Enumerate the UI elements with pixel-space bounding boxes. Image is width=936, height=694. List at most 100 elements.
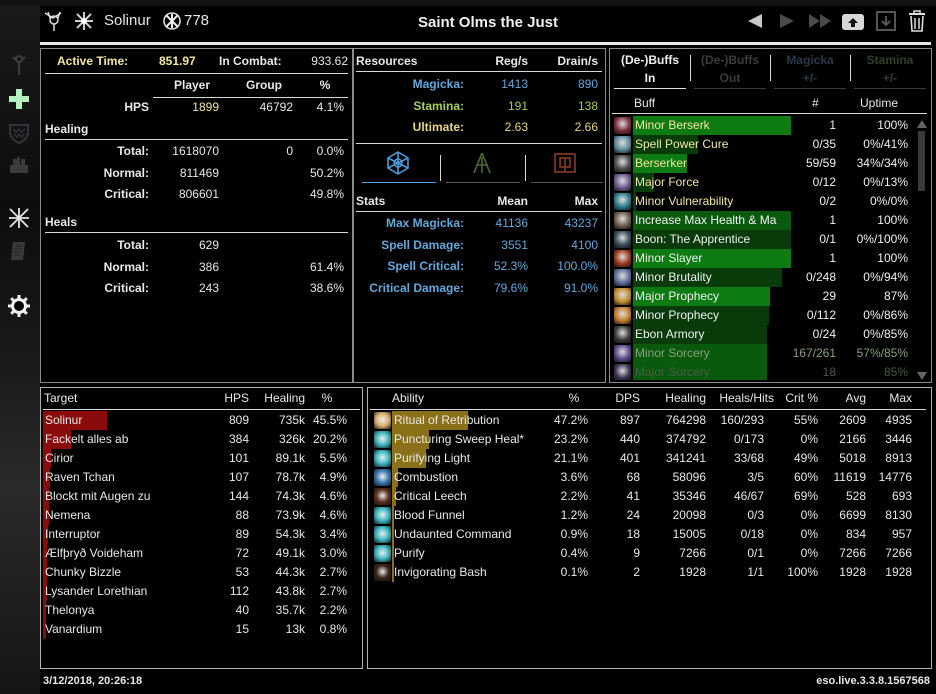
divider: [356, 211, 602, 212]
max-value: 100.0%: [557, 259, 598, 273]
buff-uptime: 100%: [877, 251, 908, 265]
ability-pct: 2.2%: [560, 489, 588, 503]
buff-row[interactable]: Ebon Armory 0/24 0%/85%: [610, 325, 915, 344]
sidebar-item-settings[interactable]: [6, 293, 32, 319]
ability-max: 4935: [885, 413, 912, 427]
ability-icon: [374, 412, 391, 429]
stamina-tab[interactable]: [444, 147, 520, 183]
tab-stamina[interactable]: Stamina +/-: [854, 51, 930, 89]
col-player: Player: [173, 78, 211, 92]
ability-row[interactable]: Invigorating Bash 0.1% 2 1928 1/1 100% 1928 192…: [370, 563, 928, 582]
sidebar-item-combat-log[interactable]: [6, 238, 32, 264]
col-max: Max: [889, 391, 912, 405]
target-row[interactable]: Nemena 88 73.9k 4.6%: [43, 506, 360, 525]
tab-debuffs-in[interactable]: (De-)Buffs In: [614, 51, 690, 89]
target-row[interactable]: Interruptor 89 54.3k 3.4%: [43, 525, 360, 544]
ability-hits: 46/67: [733, 489, 764, 503]
ability-row[interactable]: Blood Funnel 1.2% 24 20098 0/3 0% 6699 8130: [370, 506, 928, 525]
target-name: Ælfþryð Voideham: [45, 546, 144, 560]
target-row[interactable]: Ælfþryð Voideham 72 49.1k 3.0%: [43, 544, 360, 563]
buff-row[interactable]: Major Sorcery 18 85%: [610, 363, 915, 380]
buff-uptime: 57%/85%: [856, 346, 908, 360]
buff-count: 59/59: [805, 156, 836, 170]
hps-group: 46792: [259, 100, 293, 114]
target-row[interactable]: Fackelt alles ab 384 326k 20.2%: [43, 430, 360, 449]
active-time-value: 851.97: [159, 54, 196, 68]
sidebar-item-combat-stats[interactable]: [6, 205, 32, 231]
sidebar-item-damage-in[interactable]: [6, 120, 32, 146]
target-name: Cirior: [45, 451, 74, 465]
divider: [356, 71, 602, 72]
active-tab-indicator: [362, 182, 436, 183]
buff-row[interactable]: Minor Vulnerability 0/2 0%/0%: [610, 192, 915, 211]
resource-label: Magicka:: [412, 77, 464, 91]
buff-row[interactable]: Major Force 0/12 0%/13%: [610, 173, 915, 192]
ability-row[interactable]: Purify 0.4% 9 7266 0/1 0% 7266 7266: [370, 544, 928, 563]
ability-pct: 0.1%: [560, 565, 588, 579]
buff-row[interactable]: Minor Sorcery 167/261 57%/85%: [610, 344, 915, 363]
tab-debuffs-out[interactable]: (De-)Buffs Out: [694, 51, 770, 89]
buff-count: 1: [829, 251, 836, 265]
buff-row[interactable]: Minor Brutality 0/248 0%/94%: [610, 268, 915, 287]
buff-row[interactable]: Boon: The Apprentice 0/1 0%/100%: [610, 230, 915, 249]
target-row[interactable]: Thelonya 40 35.7k 2.2%: [43, 601, 360, 620]
health-tab[interactable]: [529, 147, 603, 183]
save-button[interactable]: [875, 10, 897, 35]
buff-row[interactable]: Spell Power Cure 0/35 0%/41%: [610, 135, 915, 154]
buff-uptime: 100%: [877, 213, 908, 227]
next-fight-button[interactable]: [778, 12, 796, 33]
ability-row[interactable]: Puncturing Sweep Heal* 23.2% 440 374792 0/17…: [370, 430, 928, 449]
buff-row[interactable]: Minor Prophecy 0/112 0%/86%: [610, 306, 915, 325]
crossed-swords-icon: [9, 208, 29, 228]
buff-row[interactable]: Major Prophecy 29 87%: [610, 287, 915, 306]
target-name: Blockt mit Augen zu: [45, 489, 151, 503]
target-row[interactable]: Blockt mit Augen zu 144 74.3k 4.6%: [43, 487, 360, 506]
ability-dps: 897: [619, 413, 640, 427]
buff-count: 0/2: [819, 194, 836, 208]
player-value: 806601: [178, 187, 219, 201]
target-row[interactable]: Lysander Lorethian 112 43.8k 2.7%: [43, 582, 360, 601]
scroll-down-button[interactable]: [917, 369, 927, 383]
buff-uptime: 0%/94%: [863, 270, 908, 284]
ability-row[interactable]: Combustion 3.6% 68 58096 3/5 60% 11619 14776: [370, 468, 928, 487]
buff-row[interactable]: Increase Max Health & Ma 1 100%: [610, 211, 915, 230]
reg-value: 2.63: [504, 120, 528, 134]
target-pct: 3.4%: [319, 527, 347, 541]
scroll-up-button[interactable]: [917, 117, 927, 131]
buff-row[interactable]: Minor Berserk 1 100%: [610, 116, 915, 135]
col-pct: %: [319, 78, 331, 92]
max-value: 4100: [571, 237, 598, 252]
ability-row[interactable]: Purifying Light 21.1% 401 341241 33/68 49% 501…: [370, 449, 928, 468]
upload-button[interactable]: [841, 11, 865, 34]
ability-row[interactable]: Critical Leech 2.2% 41 35346 46/67 69% 528 693: [370, 487, 928, 506]
target-row[interactable]: Solinur 809 735k 45.5%: [43, 411, 360, 430]
target-row[interactable]: Cirior 101 89.1k 5.5%: [43, 449, 360, 468]
group-value: 0: [286, 144, 293, 158]
buff-count: 0/12: [812, 175, 836, 189]
scroll-icon: [11, 242, 25, 260]
previous-fight-button[interactable]: [746, 12, 764, 33]
magicka-tab[interactable]: [360, 147, 436, 183]
last-fight-button[interactable]: [808, 12, 832, 33]
buff-row[interactable]: Minor Slayer 1 100%: [610, 249, 915, 268]
buff-uptime: 34%/34%: [856, 156, 908, 170]
ability-avg: 528: [845, 489, 866, 503]
scrollbar-thumb[interactable]: [918, 131, 925, 191]
target-name: Fackelt alles ab: [45, 432, 129, 446]
delete-button[interactable]: [906, 9, 928, 36]
pct-value: 61.4%: [309, 259, 344, 274]
sidebar-item-healing-out[interactable]: [6, 86, 32, 112]
col-drain: Drain/s: [557, 54, 598, 68]
target-row[interactable]: Chunky Bizzle 53 44.3k 2.7%: [43, 563, 360, 582]
ability-row[interactable]: Undaunted Command 0.9% 18 15005 0/18 0% 834 957: [370, 525, 928, 544]
tab-magicka[interactable]: Magicka +/-: [774, 51, 850, 89]
target-row[interactable]: Raven Tchan 107 78.7k 4.9%: [43, 468, 360, 487]
target-row[interactable]: Vanardium 15 13k 0.8%: [43, 620, 360, 639]
buff-row[interactable]: Berserker 59/59 34%/34%: [610, 154, 915, 173]
ability-row[interactable]: Ritual of Retribution 47.2% 897 764298 160/2…: [370, 411, 928, 430]
buff-name: Boon: The Apprentice: [635, 232, 751, 246]
sidebar-item-damage-out[interactable]: [6, 52, 32, 78]
ability-pct: 21.1%: [553, 451, 588, 465]
col-group: Group: [246, 78, 282, 92]
sidebar-item-healing-in[interactable]: [6, 152, 32, 178]
